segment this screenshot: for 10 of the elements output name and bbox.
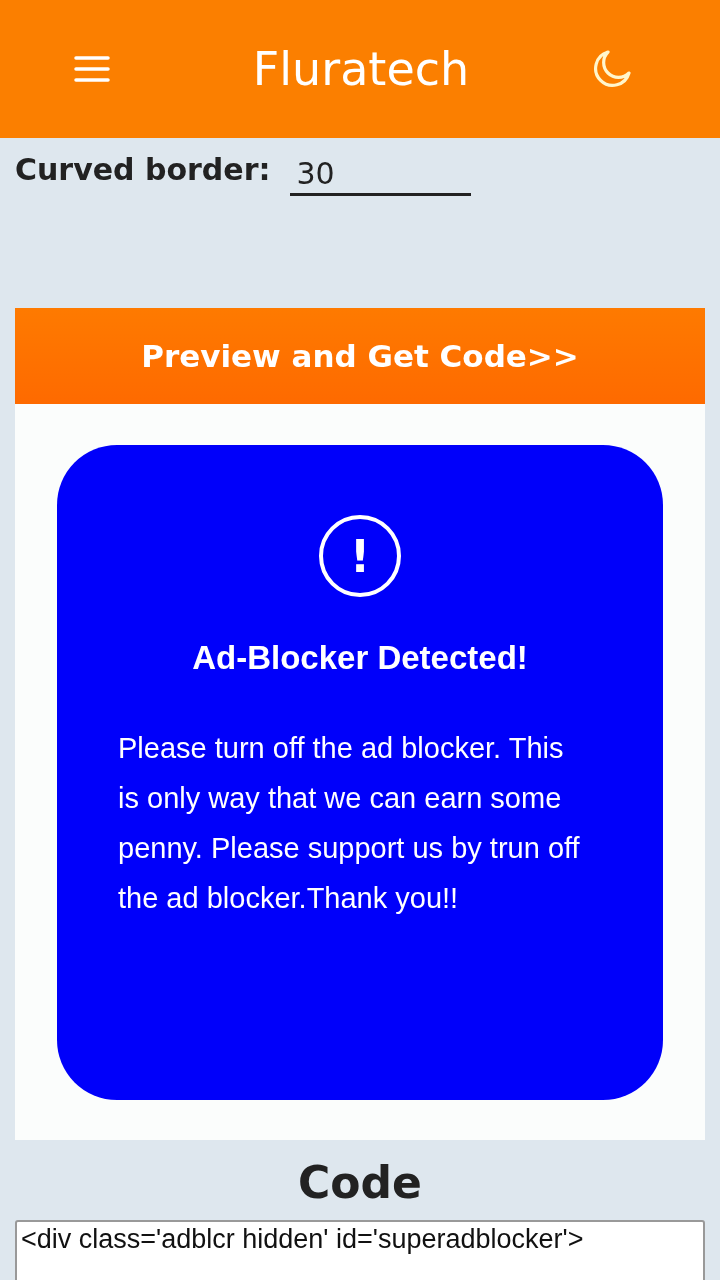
alert-icon: ! — [319, 515, 401, 597]
moon-icon[interactable] — [592, 49, 632, 89]
alert-message: Please turn off the ad blocker. This is only way that we can earn some penny. Please support us by trun off the ad blocker.Thank you!! — [117, 731, 581, 916]
alert-title: Ad-Blocker Detected! — [192, 639, 528, 677]
menu-icon[interactable] — [74, 55, 110, 83]
app-title: Fluratech — [252, 42, 470, 96]
code-heading: Code — [297, 1156, 423, 1210]
curved-border-input[interactable]: 30 — [290, 153, 472, 196]
code-field[interactable]: <div class='adblcr hidden' id='superadblocker'> — [15, 1220, 705, 1280]
curved-border-label: Curved border: — [15, 151, 271, 189]
